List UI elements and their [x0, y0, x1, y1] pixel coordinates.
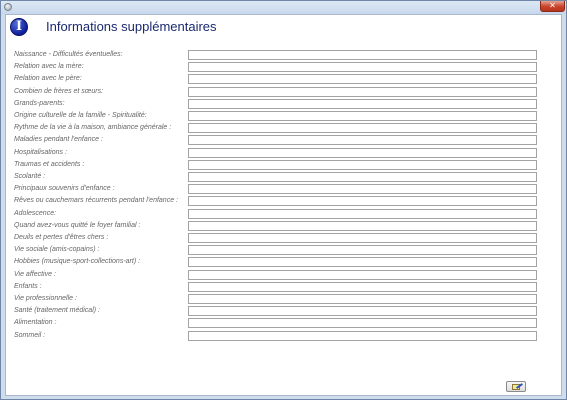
field-input-alimentation[interactable] [188, 318, 537, 328]
window-menu-icon[interactable] [4, 3, 12, 11]
field-label-hobbies: Hobbies (musique-sport-collections-art) … [14, 258, 141, 265]
field-input-vie-sociale[interactable] [188, 245, 537, 255]
field-label-sante: Santé (traitement médical) : [14, 307, 100, 314]
field-label-scolarite: Scolarité : [14, 173, 46, 180]
page-title: Informations supplémentaires [46, 19, 217, 34]
field-input-relation-pere[interactable] [188, 74, 537, 84]
field-input-grands-parents[interactable] [188, 99, 537, 109]
field-label-naissance: Naissance - Difficultés éventuelles: [14, 51, 123, 58]
field-input-sante[interactable] [188, 306, 537, 316]
info-icon: I [10, 18, 28, 36]
field-label-hospitalisations: Hospitalisations : [14, 149, 67, 156]
field-label-deuils: Deuils et pertes d'êtres chers : [14, 234, 109, 241]
field-input-naissance[interactable] [188, 50, 537, 60]
field-label-traumas: Traumas et accidents : [14, 161, 85, 168]
field-input-deuils[interactable] [188, 233, 537, 243]
dialog-window: ✕ I Informations supplémentaires Naissan… [0, 0, 567, 400]
field-label-reves: Rêves ou cauchemars récurrents pendant l… [14, 197, 178, 204]
field-label-rythme-vie: Rythme de la vie à la maison, ambiance g… [14, 124, 172, 131]
field-input-scolarite[interactable] [188, 172, 537, 182]
field-input-hobbies[interactable] [188, 257, 537, 267]
field-label-freres-soeurs: Combien de frères et sœurs: [14, 88, 104, 95]
field-label-sommeil: Sommeil : [14, 332, 46, 339]
field-label-relation-pere: Relation avec le père: [14, 75, 82, 82]
field-label-vie-affective: Vie affective : [14, 271, 56, 278]
field-input-enfants[interactable] [188, 282, 537, 292]
field-input-vie-affective[interactable] [188, 270, 537, 280]
field-label-vie-sociale: Vie sociale (amis-copains) : [14, 246, 100, 253]
field-label-foyer-familial: Quand avez-vous quitté le foyer familial… [14, 222, 141, 229]
validate-button[interactable] [506, 381, 526, 392]
field-input-vie-professionnelle[interactable] [188, 294, 537, 304]
field-input-maladies-enfance[interactable] [188, 135, 537, 145]
close-button[interactable]: ✕ [540, 1, 565, 12]
field-input-rythme-vie[interactable] [188, 123, 537, 133]
field-input-foyer-familial[interactable] [188, 221, 537, 231]
field-input-adolescence[interactable] [188, 209, 537, 219]
field-input-freres-soeurs[interactable] [188, 87, 537, 97]
field-label-maladies-enfance: Maladies pendant l'enfance : [14, 136, 103, 143]
field-label-origine-culturelle: Origine culturelle de la famille - Spiri… [14, 112, 147, 119]
field-input-reves[interactable] [188, 196, 537, 206]
field-input-traumas[interactable] [188, 160, 537, 170]
title-bar[interactable]: ✕ [1, 1, 566, 14]
field-label-grands-parents: Grands-parents: [14, 100, 65, 107]
field-input-sommeil[interactable] [188, 331, 537, 341]
field-input-hospitalisations[interactable] [188, 148, 537, 158]
field-label-alimentation: Alimentation : [14, 319, 57, 326]
field-label-souvenirs: Principaux souvenirs d'enfance : [14, 185, 115, 192]
field-input-souvenirs[interactable] [188, 184, 537, 194]
form-panel: I Informations supplémentaires Naissance… [5, 14, 562, 396]
field-label-relation-mere: Relation avec la mère: [14, 63, 84, 70]
field-label-vie-professionnelle: Vie professionnelle : [14, 295, 77, 302]
field-input-relation-mere[interactable] [188, 62, 537, 72]
field-input-origine-culturelle[interactable] [188, 111, 537, 121]
field-label-adolescence: Adolescence: [14, 210, 57, 217]
field-label-enfants: Enfants : [14, 283, 42, 290]
